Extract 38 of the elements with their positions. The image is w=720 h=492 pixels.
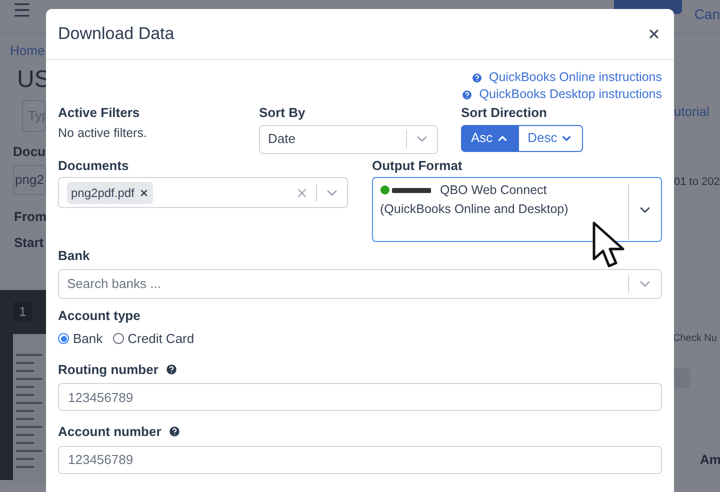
bank-search-select[interactable]: Search banks ... [58, 268, 662, 298]
check-number-header: Check Nu [673, 332, 717, 346]
start-label: Start [14, 234, 45, 252]
sort-direction-button[interactable]: Asc [461, 124, 519, 152]
from-label: From [14, 208, 46, 226]
date-range-text: 01 to 202 [674, 174, 720, 190]
close-icon[interactable] [647, 27, 661, 41]
help-icon [461, 88, 474, 100]
page-number: 1 [13, 302, 32, 321]
remove-icon[interactable] [139, 188, 150, 198]
field-label: Documents [58, 156, 130, 174]
document-chip: png2pdf.pdf [67, 182, 154, 204]
number-field[interactable]: 123456789 [58, 446, 662, 474]
help-icon [471, 72, 483, 84]
dialog-title: Download Data [58, 23, 174, 46]
account-type-radio[interactable]: Credit Card [112, 329, 194, 348]
field-label: Output Format [372, 156, 464, 175]
field-label: Sort By [259, 104, 306, 122]
documents-label: Docu [13, 142, 46, 160]
field-label: Sort Direction [461, 104, 548, 122]
sort-direction-button[interactable]: Desc [518, 124, 584, 152]
field-label: Active Filters [58, 104, 141, 122]
output-format-select[interactable]: QBO Web Connect (QuickBooks Online and Desktop) [372, 177, 662, 242]
field-label: Account type [58, 306, 142, 325]
filters-text: No active filters. [58, 124, 148, 142]
sort-by-select[interactable]: Date [259, 124, 438, 154]
field-label: Routing number [58, 360, 158, 379]
number-field[interactable]: 123456789 [58, 383, 662, 411]
account-type-radio[interactable]: Bank [58, 329, 103, 348]
instructions-link[interactable]: QuickBooks Desktop instructions [461, 86, 662, 103]
help-icon [165, 362, 178, 376]
quickbooks-logo-icon [380, 184, 432, 196]
amount-header: Am [700, 451, 720, 469]
field-label: Account number [58, 423, 162, 441]
help-icon [168, 425, 182, 438]
instructions-link[interactable]: QuickBooks Online instructions [471, 69, 662, 86]
field-label: Bank [58, 247, 91, 265]
documents-select[interactable]: png2pdf.pdf [58, 177, 348, 208]
